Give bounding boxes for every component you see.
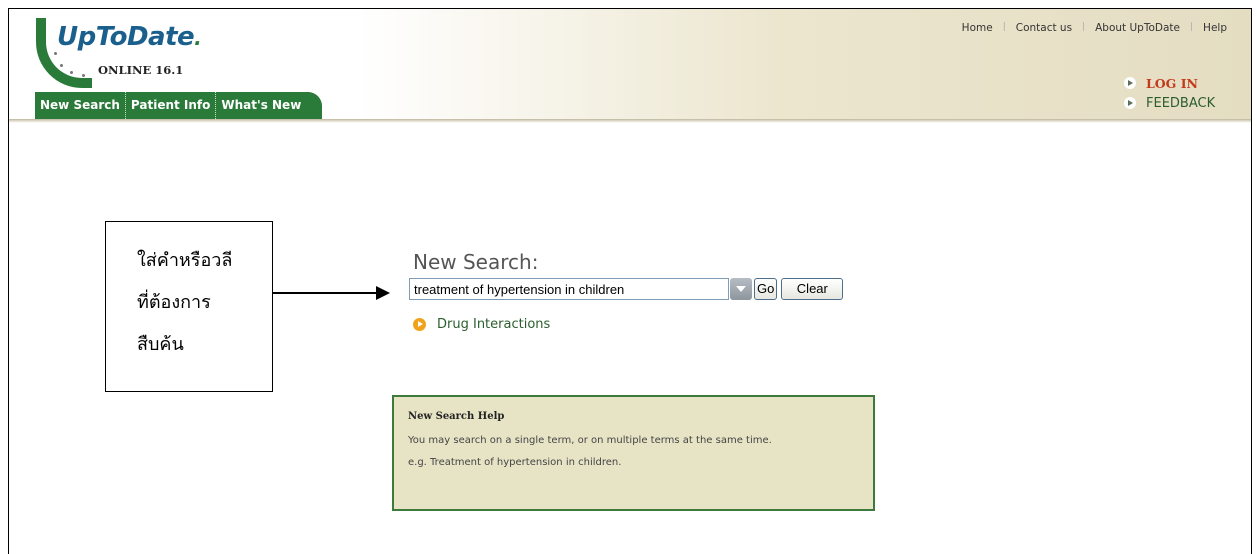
logo-version: ONLINE 16.1 [98,63,184,77]
nav-separator: | [1190,22,1194,32]
tab-new-search[interactable]: New Search [35,92,125,119]
logo-wordmark: UpToDate. [57,22,202,52]
drug-interactions-link[interactable]: Drug Interactions [413,317,550,332]
callout-line: ที่ต้องการ [137,292,211,313]
feedback-link[interactable]: FEEDBACK [1124,93,1215,113]
top-nav: Home | Contact us | About UpToDate | Hel… [962,22,1227,34]
feedback-label: FEEDBACK [1146,95,1216,111]
search-bar: Go Clear [409,278,844,300]
callout-line: ใส่คำหรือวลี [137,250,233,271]
header-divider [9,119,1251,123]
main-tabs: New Search Patient Info What's New [35,92,323,119]
login-label: LOG IN [1146,75,1198,91]
tab-whats-new[interactable]: What's New [215,92,306,119]
annotation-callout: ใส่คำหรือวลี ที่ต้องการ สืบค้น [105,221,273,392]
search-help-box: New Search Help You may search on a sing… [392,395,875,511]
search-heading: New Search: [413,250,539,274]
callout-arrow-line [273,292,378,294]
nav-about-link[interactable]: About UpToDate [1095,22,1180,34]
go-button[interactable]: Go [754,278,778,300]
drug-interactions-label: Drug Interactions [437,317,551,332]
play-circle-icon [413,318,426,331]
help-body: You may search on a single term, or on m… [408,435,772,446]
help-example: e.g. Treatment of hypertension in childr… [408,457,622,468]
callout-arrow-head-icon [376,286,390,300]
callout-line: สืบค้น [137,334,184,355]
arrow-right-icon [1124,77,1136,89]
nav-help-link[interactable]: Help [1203,22,1227,34]
arrow-right-icon [1124,97,1136,109]
search-input[interactable] [409,278,729,300]
search-history-dropdown[interactable] [730,278,752,300]
login-link[interactable]: LOG IN [1124,73,1215,93]
nav-home-link[interactable]: Home [962,22,993,34]
clear-button[interactable]: Clear [781,278,844,300]
nav-separator: | [1082,22,1086,32]
tab-patient-info[interactable]: Patient Info [124,92,216,119]
help-title: New Search Help [408,411,505,422]
nav-separator: | [1002,22,1006,32]
nav-contact-link[interactable]: Contact us [1016,22,1072,34]
account-links: LOG IN FEEDBACK [1124,73,1215,113]
uptodate-logo[interactable]: UpToDate. ONLINE 16.1 [36,18,256,90]
